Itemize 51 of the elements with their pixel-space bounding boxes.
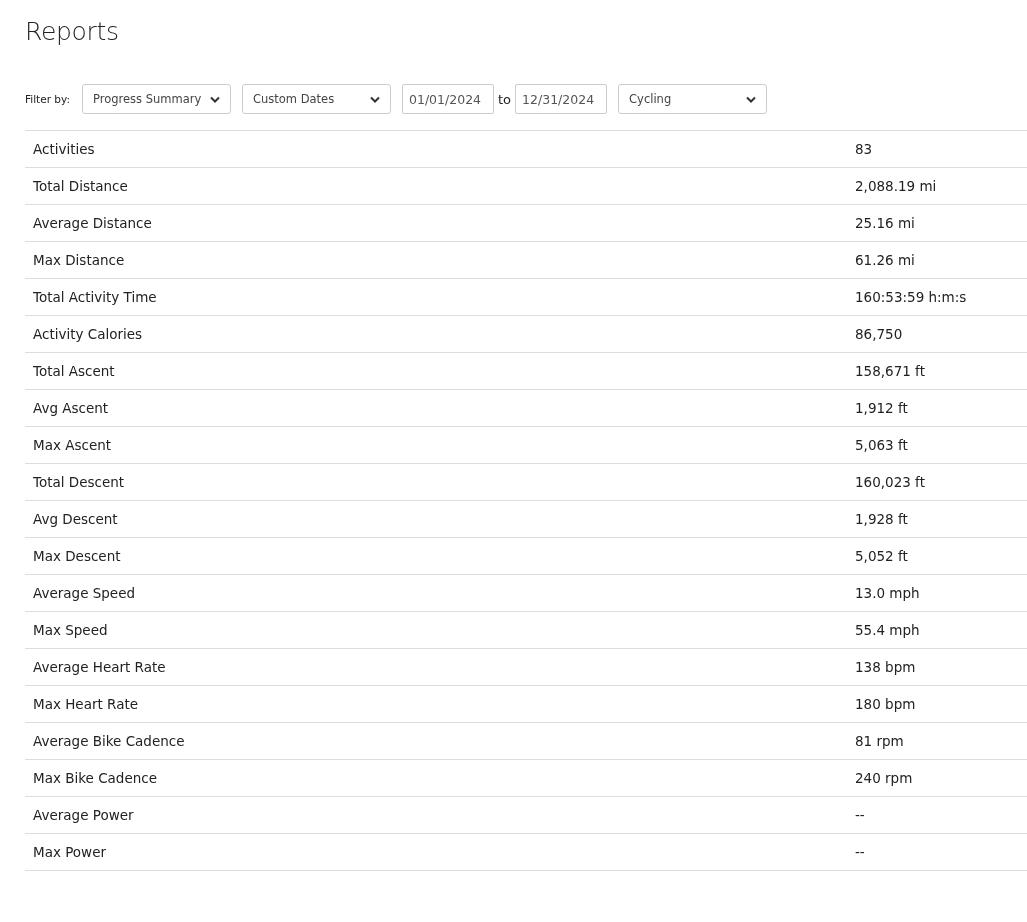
date-field[interactable]: 01/01/2024 <box>402 84 494 114</box>
filter-label: Filter by: <box>25 93 70 105</box>
metric-value: 61.26 mi <box>855 252 915 268</box>
metric-label: Max Ascent <box>32 437 113 453</box>
metric-value: 240 rpm <box>855 770 913 786</box>
metric-label: Activities <box>32 141 96 157</box>
metric-label: Max Distance <box>32 252 126 268</box>
metric-label: Average Bike Cadence <box>32 733 186 749</box>
chevron-down-icon <box>746 95 757 103</box>
metric-label: Total Activity Time <box>32 289 158 305</box>
metric-value: 138 bpm <box>855 659 916 675</box>
metric-value: 5,052 ft <box>855 548 908 564</box>
metric-label: Max Speed <box>32 622 109 638</box>
dropdown[interactable]: Custom Dates <box>242 84 391 114</box>
metric-label: Max Bike Cadence <box>32 770 158 786</box>
metric-value: 1,928 ft <box>855 511 908 527</box>
metric-value: 180 bpm <box>855 696 916 712</box>
metric-value: 55.4 mph <box>855 622 920 638</box>
metric-label: Avg Descent <box>32 511 119 527</box>
dropdown[interactable]: Cycling <box>618 84 768 114</box>
metric-value: -- <box>855 807 865 823</box>
range-separator: to <box>498 91 512 107</box>
metric-label: Total Distance <box>32 178 129 194</box>
metric-label: Total Descent <box>32 474 126 490</box>
chevron-down-icon <box>210 95 220 103</box>
metric-value: 160,023 ft <box>855 474 925 490</box>
chevron-down-icon <box>370 95 380 103</box>
metric-value: 160:53:59 h:m:s <box>855 289 967 305</box>
date-field[interactable]: 12/31/2024 <box>515 84 608 114</box>
page-title: Reports <box>25 16 119 48</box>
metric-label: Avg Ascent <box>32 400 110 416</box>
metric-label: Average Heart Rate <box>32 659 167 675</box>
dropdown[interactable]: Progress Summary <box>82 84 231 114</box>
metric-label: Average Distance <box>32 215 153 231</box>
metric-value: 2,088.19 mi <box>855 178 937 194</box>
metric-value: -- <box>855 844 865 860</box>
metric-label: Average Speed <box>32 585 137 601</box>
metric-label: Max Power <box>32 844 108 860</box>
metric-value: 83 <box>855 141 873 157</box>
metric-label: Max Descent <box>32 548 122 564</box>
metric-value: 25.16 mi <box>855 215 915 231</box>
metric-value: 1,912 ft <box>855 400 908 416</box>
metric-value: 5,063 ft <box>855 437 908 453</box>
metric-value: 81 rpm <box>855 733 904 749</box>
metric-label: Total Ascent <box>32 363 116 379</box>
metric-label: Activity Calories <box>32 326 144 342</box>
metric-label: Average Power <box>32 807 135 823</box>
metric-value: 86,750 <box>855 326 903 342</box>
metric-value: 158,671 ft <box>855 363 925 379</box>
metric-label: Max Heart Rate <box>32 696 140 712</box>
metric-value: 13.0 mph <box>855 585 920 601</box>
